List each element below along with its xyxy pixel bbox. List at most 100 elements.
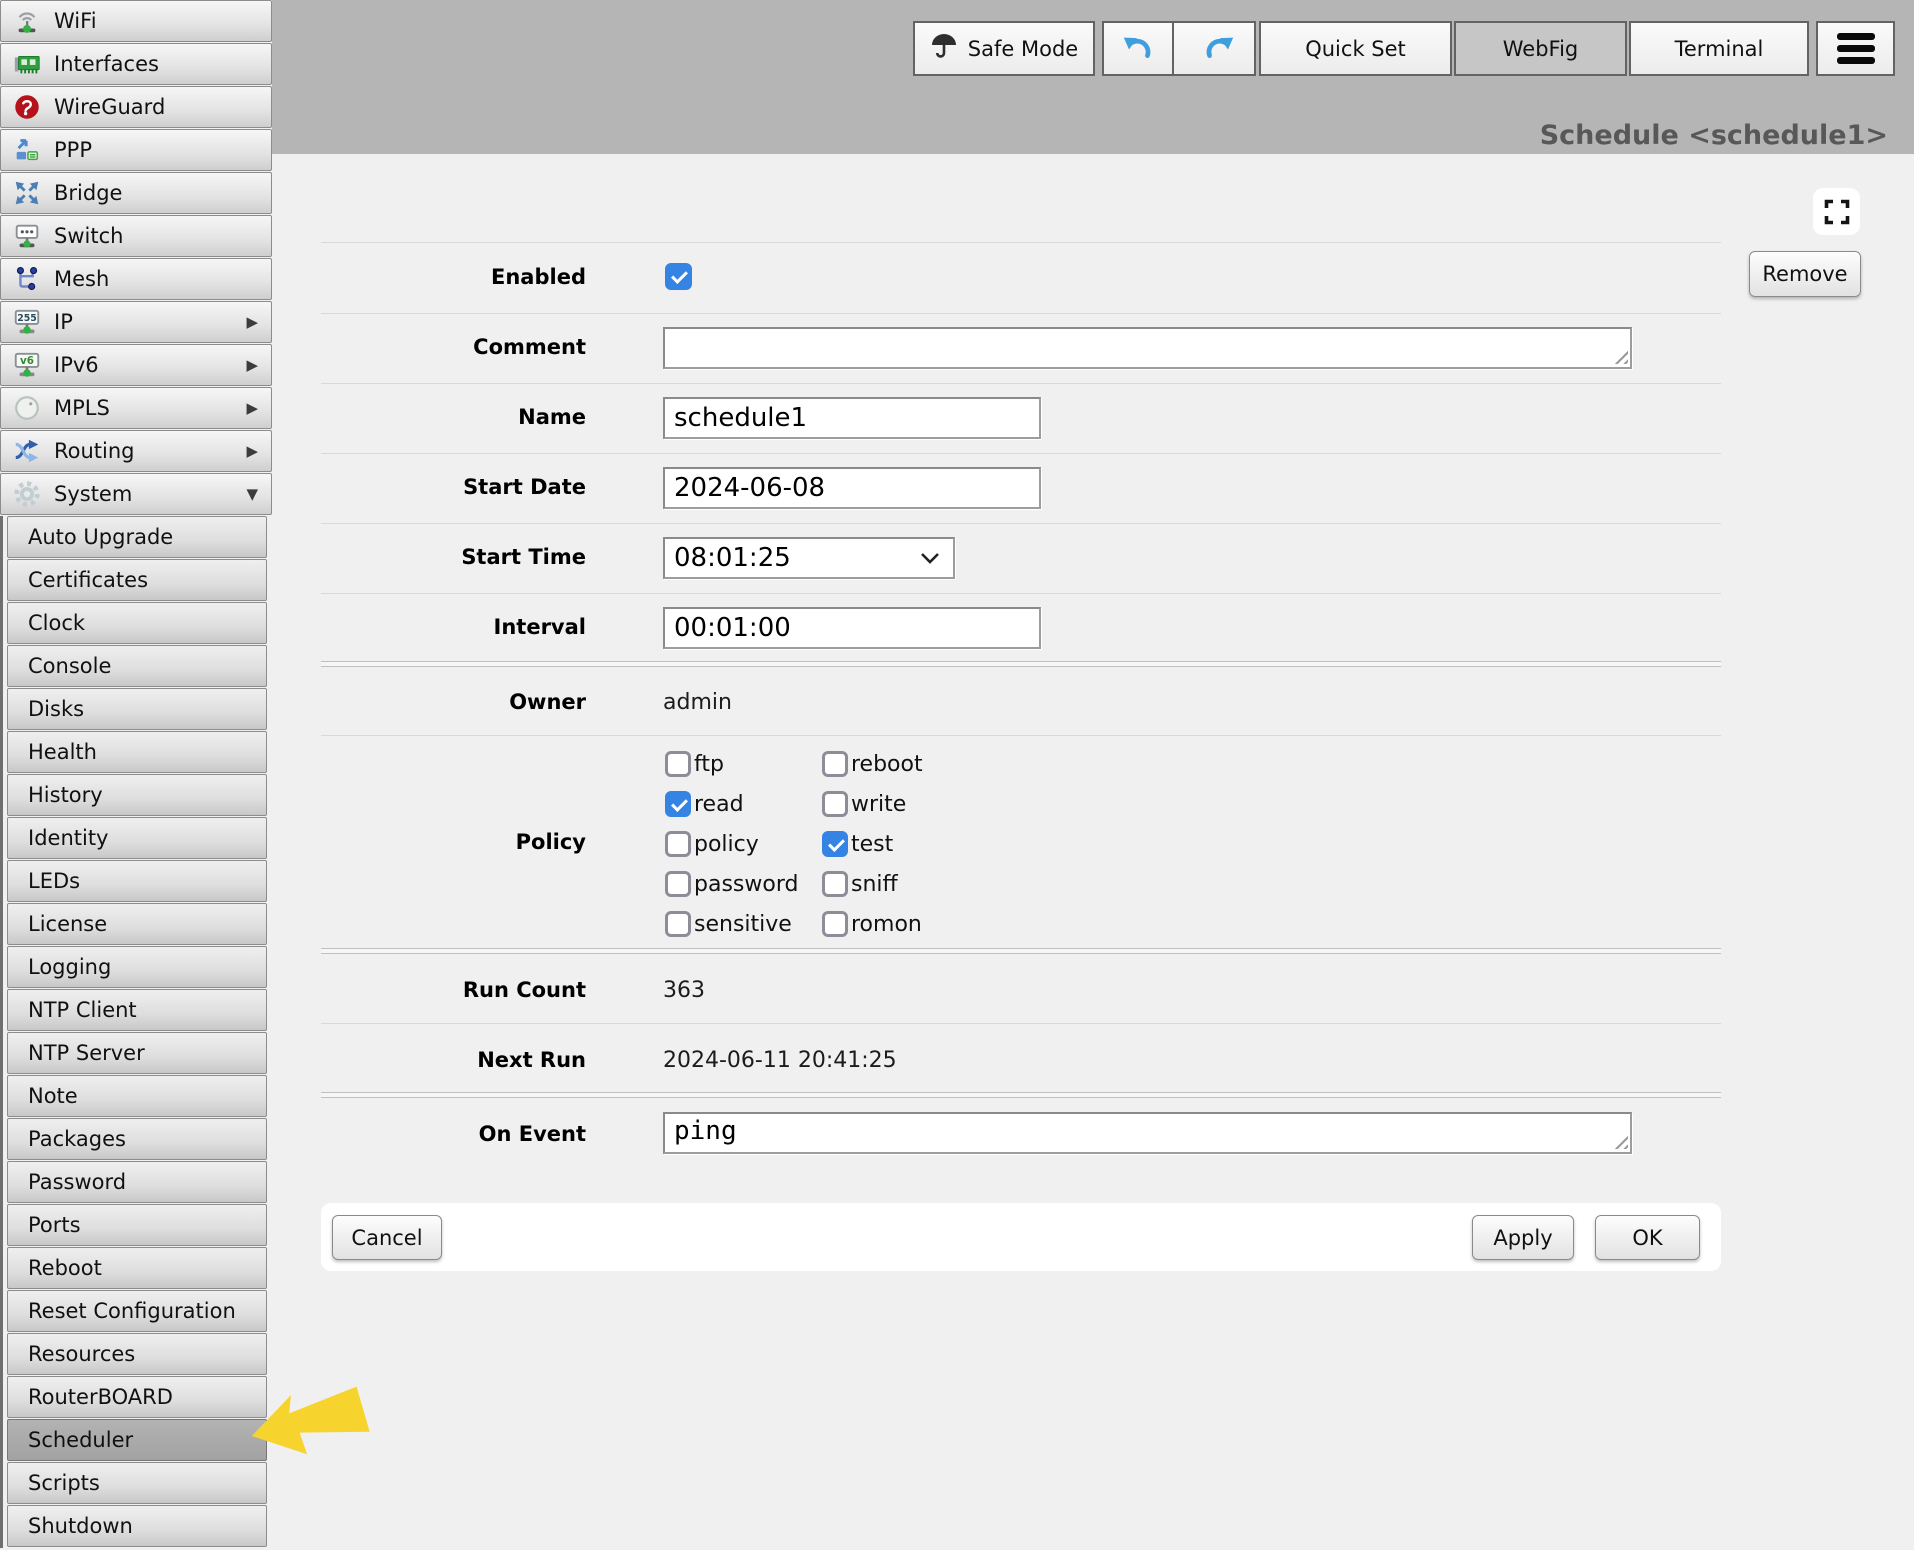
comment-field[interactable] <box>663 327 1632 369</box>
checkbox-read[interactable] <box>665 791 691 817</box>
name-field[interactable] <box>663 397 1041 439</box>
sidebar-item-health[interactable]: Health <box>7 731 267 773</box>
apply-button[interactable]: Apply <box>1472 1215 1574 1260</box>
cancel-button[interactable]: Cancel <box>332 1215 442 1260</box>
start-time-select[interactable]: 08:01:25 <box>663 537 955 579</box>
tab-quick-set[interactable]: Quick Set <box>1259 21 1452 76</box>
switch-icon <box>11 220 43 252</box>
redo-button[interactable] <box>1184 23 1254 74</box>
policy-option-sensitive[interactable]: sensitive <box>665 911 798 937</box>
sidebar-item-bridge[interactable]: Bridge <box>0 172 272 214</box>
divider <box>321 453 1721 454</box>
policy-option-read[interactable]: read <box>665 791 798 817</box>
policy-option-test[interactable]: test <box>822 831 923 857</box>
on-event-field[interactable]: ping <box>663 1112 1632 1154</box>
divider <box>321 735 1721 736</box>
sidebar-item-password[interactable]: Password <box>7 1161 267 1203</box>
hamburger-menu-button[interactable] <box>1816 21 1895 76</box>
sidebar-item-leds[interactable]: LEDs <box>7 860 267 902</box>
sidebar-item-ntp-server[interactable]: NTP Server <box>7 1032 267 1074</box>
comment-label: Comment <box>286 335 586 359</box>
safe-mode-button[interactable]: Safe Mode <box>913 21 1095 76</box>
redo-icon <box>1202 32 1236 66</box>
remove-button[interactable]: Remove <box>1749 251 1861 297</box>
checkbox-romon[interactable] <box>822 911 848 937</box>
sidebar-item-ipv6[interactable]: v6 IPv6 ▶ <box>0 344 272 386</box>
sidebar-item-switch[interactable]: Switch <box>0 215 272 257</box>
enabled-label: Enabled <box>286 265 586 289</box>
name-label: Name <box>286 405 586 429</box>
sidebar-item-mesh[interactable]: Mesh <box>0 258 272 300</box>
owner-label: Owner <box>286 690 586 714</box>
sidebar-item-logging[interactable]: Logging <box>7 946 267 988</box>
sidebar-item-ports[interactable]: Ports <box>7 1204 267 1246</box>
wireguard-icon <box>11 91 43 123</box>
sidebar-item-history[interactable]: History <box>7 774 267 816</box>
policy-label: Policy <box>286 830 586 854</box>
sidebar-item-certificates[interactable]: Certificates <box>7 559 267 601</box>
sidebar-item-reboot[interactable]: Reboot <box>7 1247 267 1289</box>
sidebar-item-packages[interactable]: Packages <box>7 1118 267 1160</box>
interval-label: Interval <box>286 615 586 639</box>
sidebar-item-routing[interactable]: Routing ▶ <box>0 430 272 472</box>
checkbox-label: password <box>694 872 798 897</box>
mpls-icon <box>11 392 43 424</box>
sidebar-item-license[interactable]: License <box>7 903 267 945</box>
checkbox-write[interactable] <box>822 791 848 817</box>
sidebar-item-shutdown[interactable]: Shutdown <box>7 1505 267 1547</box>
sidebar-item-label: WiFi <box>54 9 97 33</box>
sidebar-item-resources[interactable]: Resources <box>7 1333 267 1375</box>
checkbox-label: romon <box>851 912 922 937</box>
checkbox-password[interactable] <box>665 871 691 897</box>
sidebar-item-wifi[interactable]: WiFi <box>0 0 272 42</box>
ipv6-icon: v6 <box>11 349 43 381</box>
checkbox-label: test <box>851 832 893 857</box>
sidebar-item-mpls[interactable]: MPLS ▶ <box>0 387 272 429</box>
sidebar-item-note[interactable]: Note <box>7 1075 267 1117</box>
sidebar-item-system[interactable]: System ▼ <box>0 473 272 515</box>
undo-redo-group <box>1102 21 1256 76</box>
policy-option-write[interactable]: write <box>822 791 923 817</box>
sidebar-item-wireguard[interactable]: WireGuard <box>0 86 272 128</box>
sidebar-item-identity[interactable]: Identity <box>7 817 267 859</box>
webfig-app: Safe Mode Quick Set WebFig Terminal Sche… <box>0 0 1914 1550</box>
run-count-value: 363 <box>663 978 705 1003</box>
policy-option-password[interactable]: password <box>665 871 798 897</box>
undo-button[interactable] <box>1104 23 1174 74</box>
tab-terminal[interactable]: Terminal <box>1629 21 1809 76</box>
sidebar-item-disks[interactable]: Disks <box>7 688 267 730</box>
checkbox-label: reboot <box>851 752 923 777</box>
start-date-field[interactable] <box>663 467 1041 509</box>
checkbox-policy[interactable] <box>665 831 691 857</box>
sidebar-item-ip[interactable]: 255 IP ▶ <box>0 301 272 343</box>
sidebar-item-auto-upgrade[interactable]: Auto Upgrade <box>7 516 267 558</box>
sidebar-item-scheduler[interactable]: Scheduler <box>7 1419 267 1461</box>
enabled-checkbox[interactable] <box>665 263 692 290</box>
checkbox-reboot[interactable] <box>822 751 848 777</box>
checkbox-test[interactable] <box>822 831 848 857</box>
sidebar-item-routerboard[interactable]: RouterBOARD <box>7 1376 267 1418</box>
sidebar-item-scripts[interactable]: Scripts <box>7 1462 267 1504</box>
fullscreen-icon <box>1822 197 1852 227</box>
policy-option-policy[interactable]: policy <box>665 831 798 857</box>
tab-webfig[interactable]: WebFig <box>1454 21 1627 76</box>
safe-mode-label: Safe Mode <box>968 37 1078 61</box>
policy-option-ftp[interactable]: ftp <box>665 751 798 777</box>
policy-option-romon[interactable]: romon <box>822 911 923 937</box>
sidebar-item-ntp-client[interactable]: NTP Client <box>7 989 267 1031</box>
checkbox-ftp[interactable] <box>665 751 691 777</box>
interval-field[interactable] <box>663 607 1041 649</box>
sidebar-item-clock[interactable]: Clock <box>7 602 267 644</box>
fullscreen-button[interactable] <box>1813 188 1860 235</box>
policy-option-sniff[interactable]: sniff <box>822 871 923 897</box>
sidebar-item-reset-configuration[interactable]: Reset Configuration <box>7 1290 267 1332</box>
ok-button[interactable]: OK <box>1595 1215 1700 1260</box>
sidebar-item-ppp[interactable]: PPP <box>0 129 272 171</box>
policy-option-reboot[interactable]: reboot <box>822 751 923 777</box>
sidebar-item-console[interactable]: Console <box>7 645 267 687</box>
checkbox-sniff[interactable] <box>822 871 848 897</box>
divider <box>321 593 1721 594</box>
checkbox-label: read <box>694 792 744 817</box>
checkbox-sensitive[interactable] <box>665 911 691 937</box>
sidebar-item-interfaces[interactable]: Interfaces <box>0 43 272 85</box>
